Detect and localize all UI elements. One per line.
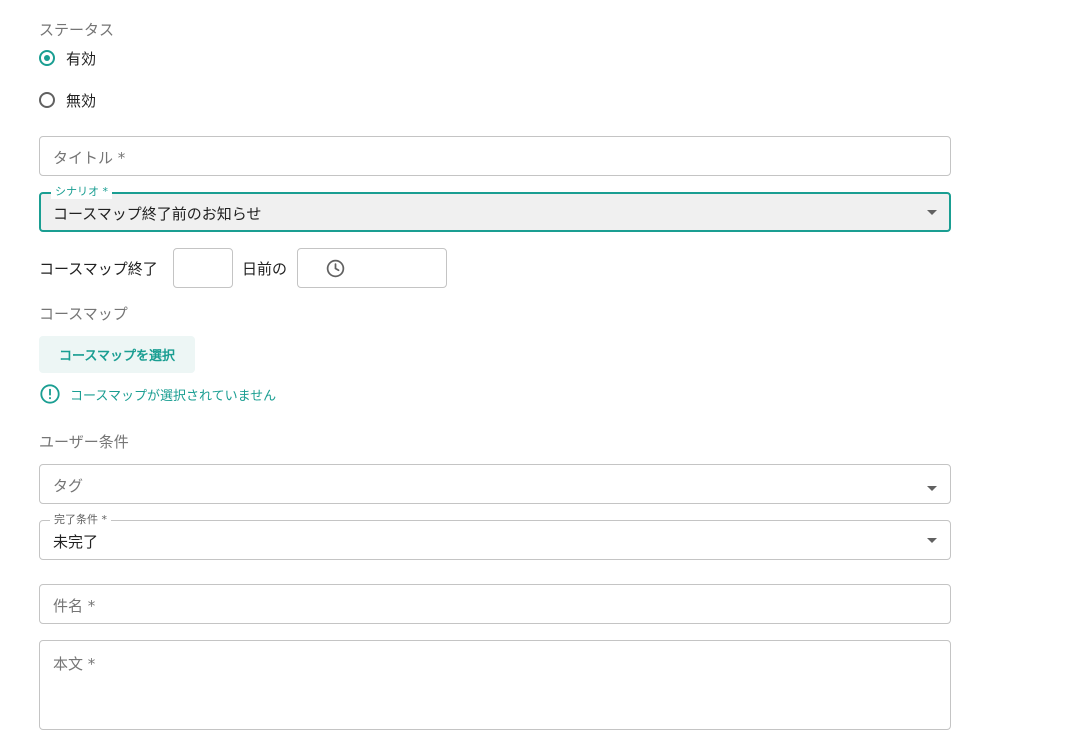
chevron-down-icon[interactable] (927, 486, 937, 491)
status-radio-enabled[interactable]: 有効 (39, 46, 96, 70)
coursemap-warning-text: コースマップが選択されていません (70, 388, 277, 404)
user-conditions-section-label: ユーザー条件 (39, 433, 129, 451)
tag-select[interactable]: タグ (39, 464, 951, 504)
timing-prefix-text: コースマップ終了 (39, 260, 158, 278)
days-before-input[interactable] (173, 248, 233, 288)
status-radio-disabled-label: 無効 (66, 91, 97, 110)
radio-unchecked-icon[interactable] (39, 92, 55, 108)
radio-checked-icon[interactable] (39, 50, 55, 66)
tag-select-placeholder: タグ (53, 477, 84, 495)
select-coursemap-button[interactable]: コースマップを選択 (39, 336, 195, 373)
timing-middle-text: 日前の (242, 260, 288, 278)
scenario-select-value: コースマップ終了前のお知らせ (53, 205, 262, 223)
scenario-select[interactable]: シナリオ * コースマップ終了前のお知らせ (39, 185, 951, 232)
scenario-select-label: シナリオ * (51, 185, 112, 199)
body-textarea-placeholder: 本文 * (53, 655, 96, 673)
status-radio-enabled-label: 有効 (66, 49, 97, 68)
subject-input[interactable]: 件名 * (39, 584, 951, 624)
title-input-placeholder: タイトル * (53, 149, 126, 167)
chevron-down-icon[interactable] (927, 210, 937, 215)
time-input[interactable] (297, 248, 447, 288)
coursemap-warning: コースマップが選択されていません (39, 383, 276, 405)
body-textarea[interactable]: 本文 * (39, 640, 951, 730)
completion-condition-value: 未完了 (53, 533, 99, 551)
subject-input-placeholder: 件名 * (53, 597, 96, 615)
chevron-down-icon[interactable] (927, 538, 937, 543)
status-radio-disabled[interactable]: 無効 (39, 88, 96, 112)
completion-condition-select[interactable]: 完了条件 * 未完了 (39, 513, 951, 560)
title-input[interactable]: タイトル * (39, 136, 951, 176)
clock-icon[interactable] (325, 258, 346, 279)
completion-condition-label: 完了条件 * (50, 513, 111, 527)
alert-circle-icon (40, 384, 60, 404)
coursemap-section-label: コースマップ (39, 305, 128, 323)
status-section-label: ステータス (39, 21, 115, 39)
